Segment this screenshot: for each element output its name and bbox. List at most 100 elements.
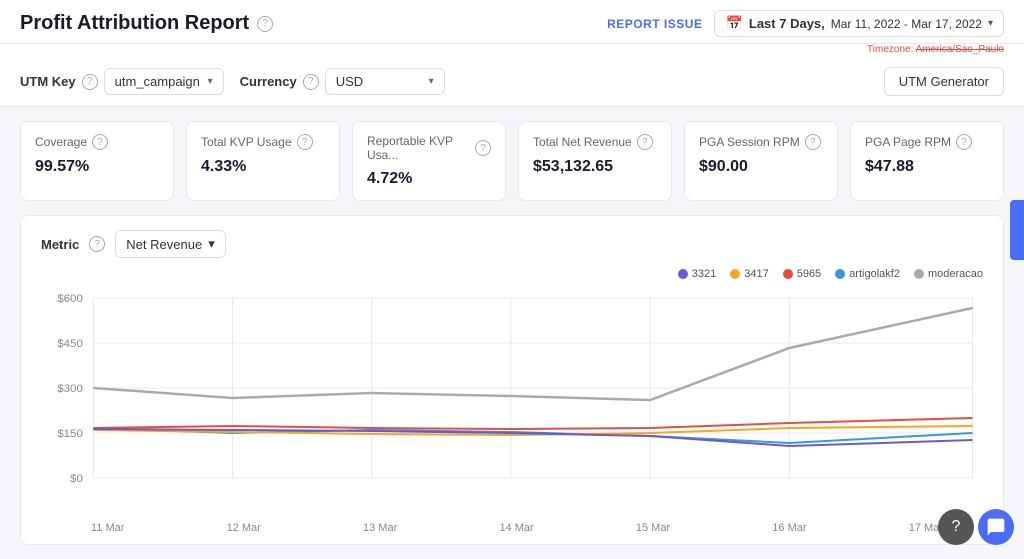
timezone-value: America/Sao_Paulo (916, 44, 1004, 55)
kpi-card-header: Reportable KVP Usa... ? (367, 134, 491, 162)
toolbar-left: UTM Key ? utm_campaign ▾ Currency ? USD … (20, 68, 445, 95)
utm-generator-button[interactable]: UTM Generator (884, 67, 1004, 96)
legend-label: artigolakf2 (849, 268, 900, 280)
utm-key-select[interactable]: utm_campaign ▾ (104, 68, 224, 95)
currency-chevron-icon: ▾ (429, 76, 434, 87)
kpi-row: Coverage ? 99.57% Total KVP Usage ? 4.33… (0, 107, 1024, 215)
kpi-card: PGA Page RPM ? $47.88 (850, 121, 1004, 201)
kpi-value: 4.33% (201, 158, 325, 176)
kpi-card: Total KVP Usage ? 4.33% (186, 121, 340, 201)
currency-value: USD (336, 74, 363, 89)
chart-area: $600 $450 $300 $150 $0 (41, 288, 983, 518)
timezone-row: Timezone: America/Sao_Paulo (0, 44, 1024, 57)
legend-label: 3321 (692, 268, 716, 280)
kpi-card-header: PGA Session RPM ? (699, 134, 823, 150)
help-bubble-button[interactable]: ? (938, 509, 974, 545)
legend-label: moderacao (928, 268, 983, 280)
kpi-card: Total Net Revenue ? $53,132.65 (518, 121, 672, 201)
kpi-help-icon[interactable]: ? (297, 134, 313, 150)
chart-header: Metric ? Net Revenue ▾ (41, 230, 983, 258)
legend-item: moderacao (914, 268, 983, 280)
kpi-label: PGA Session RPM (699, 135, 800, 149)
chart-svg: $600 $450 $300 $150 $0 (41, 288, 983, 518)
metric-help-icon[interactable]: ? (89, 236, 105, 252)
kpi-card: Coverage ? 99.57% (20, 121, 174, 201)
chat-bubble-button[interactable] (978, 509, 1014, 545)
utm-key-value: utm_campaign (115, 74, 200, 89)
kpi-label: Total KVP Usage (201, 135, 292, 149)
legend-dot (730, 269, 740, 279)
svg-text:$450: $450 (57, 338, 83, 350)
kpi-value: 4.72% (367, 170, 491, 188)
svg-text:$600: $600 (57, 293, 83, 305)
date-range-selector[interactable]: 📅 Last 7 Days, Mar 11, 2022 - Mar 17, 20… (714, 10, 1004, 37)
legend-item: artigolakf2 (835, 268, 900, 280)
toolbar: UTM Key ? utm_campaign ▾ Currency ? USD … (0, 57, 1024, 107)
report-issue-button[interactable]: REPORT ISSUE (607, 17, 702, 31)
metric-chevron-icon: ▾ (208, 236, 215, 252)
kpi-card: PGA Session RPM ? $90.00 (684, 121, 838, 201)
metric-value: Net Revenue (126, 237, 202, 252)
legend-dot (783, 269, 793, 279)
legend-item: 3321 (678, 268, 716, 280)
kpi-help-icon[interactable]: ? (92, 134, 108, 150)
kpi-label: Reportable KVP Usa... (367, 134, 470, 162)
svg-text:$150: $150 (57, 428, 83, 440)
chart-legend: 3321 3417 5965 artigolakf2 moderacao (41, 268, 983, 280)
utm-key-chevron-icon: ▾ (208, 76, 213, 87)
kpi-label: Total Net Revenue (533, 135, 632, 149)
svg-text:$0: $0 (70, 473, 83, 485)
chart-x-axis: 11 Mar12 Mar13 Mar14 Mar15 Mar16 Mar17 M… (41, 518, 983, 534)
svg-text:$300: $300 (57, 383, 83, 395)
currency-group: Currency ? USD ▾ (240, 68, 445, 95)
header-left: Profit Attribution Report ? (20, 12, 273, 35)
kpi-label: PGA Page RPM (865, 135, 951, 149)
kpi-card-header: Total Net Revenue ? (533, 134, 657, 150)
x-axis-label: 14 Mar (499, 522, 533, 534)
chart-section: Metric ? Net Revenue ▾ 3321 3417 5965 ar… (20, 215, 1004, 545)
x-axis-label: 16 Mar (772, 522, 806, 534)
legend-dot (678, 269, 688, 279)
utm-key-label: UTM Key (20, 74, 76, 89)
page-title-help-icon[interactable]: ? (257, 16, 273, 32)
legend-item: 3417 (730, 268, 768, 280)
legend-label: 3417 (744, 268, 768, 280)
kpi-card-header: Total KVP Usage ? (201, 134, 325, 150)
utm-key-help-icon[interactable]: ? (82, 74, 98, 90)
metric-select[interactable]: Net Revenue ▾ (115, 230, 225, 258)
date-range-chevron-icon: ▾ (988, 18, 993, 29)
kpi-value: $90.00 (699, 158, 823, 176)
utm-key-group: UTM Key ? utm_campaign ▾ (20, 68, 224, 95)
kpi-card-header: Coverage ? (35, 134, 159, 150)
legend-label: 5965 (797, 268, 821, 280)
timezone-label: Timezone: (867, 44, 913, 55)
kpi-value: $47.88 (865, 158, 989, 176)
currency-label: Currency (240, 74, 297, 89)
legend-dot (914, 269, 924, 279)
kpi-value: 99.57% (35, 158, 159, 176)
x-axis-label: 11 Mar (91, 522, 124, 534)
x-axis-label: 13 Mar (363, 522, 397, 534)
currency-help-icon[interactable]: ? (303, 74, 319, 90)
kpi-card: Reportable KVP Usa... ? 4.72% (352, 121, 506, 201)
kpi-help-icon[interactable]: ? (475, 140, 491, 156)
legend-dot (835, 269, 845, 279)
kpi-label: Coverage (35, 135, 87, 149)
kpi-help-icon[interactable]: ? (956, 134, 972, 150)
page-title: Profit Attribution Report (20, 12, 249, 35)
kpi-card-header: PGA Page RPM ? (865, 134, 989, 150)
kpi-help-icon[interactable]: ? (805, 134, 821, 150)
kpi-value: $53,132.65 (533, 158, 657, 176)
date-range-detail: Mar 11, 2022 - Mar 17, 2022 (831, 17, 982, 31)
legend-item: 5965 (783, 268, 821, 280)
currency-select[interactable]: USD ▾ (325, 68, 445, 95)
header-right: REPORT ISSUE 📅 Last 7 Days, Mar 11, 2022… (607, 10, 1004, 37)
calendar-icon: 📅 (725, 15, 742, 32)
kpi-help-icon[interactable]: ? (637, 134, 653, 150)
header: Profit Attribution Report ? REPORT ISSUE… (0, 0, 1024, 44)
x-axis-label: 15 Mar (636, 522, 670, 534)
right-sidebar-tab[interactable] (1010, 200, 1024, 260)
x-axis-label: 12 Mar (227, 522, 261, 534)
date-range-bold: Last 7 Days, (749, 16, 825, 31)
metric-label: Metric (41, 237, 79, 252)
